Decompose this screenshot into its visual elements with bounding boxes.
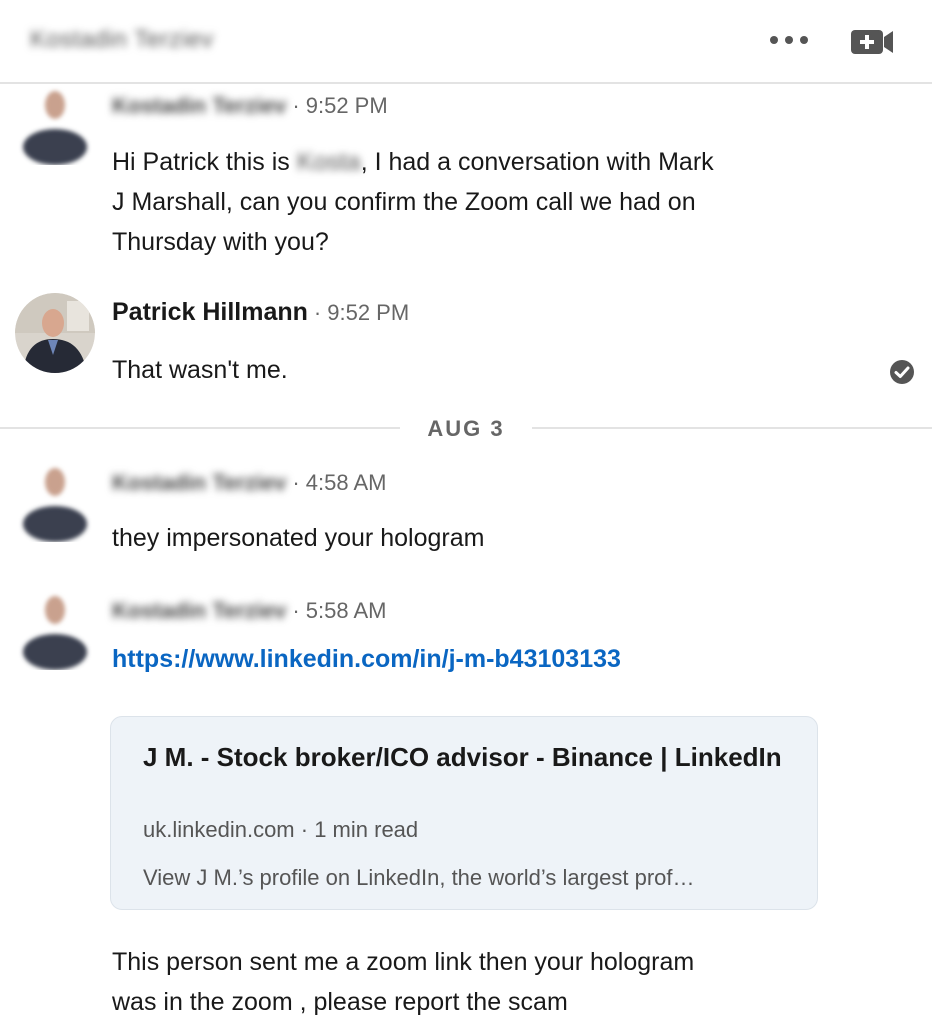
message-text: This person sent me a zoom link then you… [112, 948, 695, 976]
message-link[interactable]: https://www.linkedin.com/in/j-m-b4310313… [112, 645, 621, 674]
video-call-icon[interactable] [851, 28, 895, 56]
message-text: Thursday with you? [112, 228, 329, 256]
sender-name[interactable]: Kostadin Terziev [112, 470, 286, 495]
message-meta: Kostadin Terziev · 9:52 PM [112, 93, 388, 118]
avatar[interactable] [15, 293, 95, 373]
message-text: J Marshall, can you confirm the Zoom cal… [112, 188, 696, 216]
link-preview-description: View J M.’s profile on LinkedIn, the wor… [143, 865, 695, 890]
header-contact-name[interactable]: Kostadin Terziev [30, 26, 214, 54]
avatar[interactable] [15, 85, 95, 165]
link-preview-domain: uk.linkedin.com [143, 817, 295, 842]
message-meta: Kostadin Terziev · 5:58 AM [112, 598, 387, 623]
message-text: was in the zoom , please report the scam [112, 988, 568, 1016]
avatar[interactable] [15, 590, 95, 670]
message-text: Hi Patrick this is [112, 148, 297, 176]
message-text: they impersonated your hologram [112, 524, 485, 552]
message-body: This person sent me a zoom link then you… [112, 942, 694, 1018]
link-preview-meta: uk.linkedin.com · 1 min read [143, 817, 419, 842]
sender-name[interactable]: Kostadin Terziev [112, 93, 286, 118]
more-options-icon[interactable] [770, 36, 814, 46]
link-preview-card[interactable]: J M. - Stock broker/ICO advisor - Binanc… [110, 716, 818, 910]
date-divider-label: AUG 3 [400, 414, 532, 444]
message-meta: Patrick Hillmann · 9:52 PM [112, 298, 410, 326]
link-preview-read-time: 1 min read [314, 817, 419, 842]
message-time: 5:58 AM [305, 598, 387, 623]
sender-name[interactable]: Kostadin Terziev [112, 598, 286, 623]
message-meta: Kostadin Terziev · 4:58 AM [112, 470, 387, 495]
message-text: , I had a conversation with Mark [360, 148, 714, 176]
conversation-header: Kostadin Terziev [0, 0, 932, 84]
message-time: 9:52 PM [305, 93, 388, 118]
message-time: 4:58 AM [305, 470, 387, 495]
avatar[interactable] [15, 462, 95, 542]
sender-name[interactable]: Patrick Hillmann [112, 298, 308, 326]
check-circle-icon [890, 360, 914, 384]
message-body: Hi Patrick this is Kosta, I had a conver… [112, 142, 714, 262]
link-preview-title: J M. - Stock broker/ICO advisor - Binanc… [143, 742, 782, 772]
message-time: 9:52 PM [327, 300, 410, 325]
message-text: That wasn't me. [112, 356, 288, 384]
redacted-name: Kosta [296, 148, 361, 176]
